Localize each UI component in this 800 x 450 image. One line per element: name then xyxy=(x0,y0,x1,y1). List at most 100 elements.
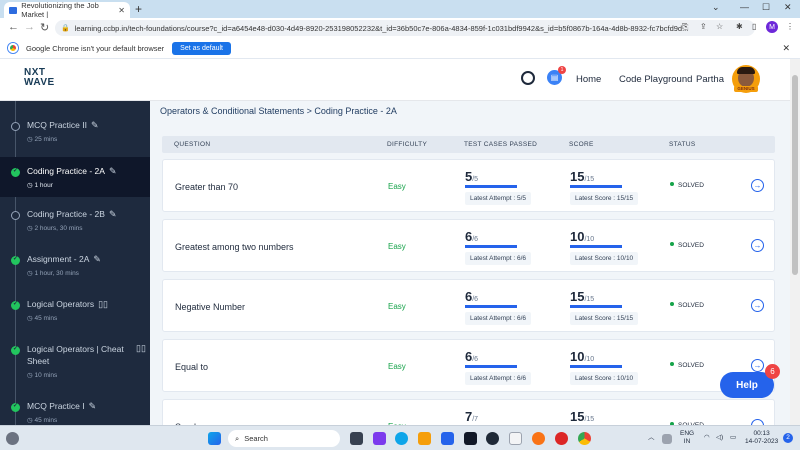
completed-icon xyxy=(11,402,20,412)
sidebar-item-label: MCQ Practice I xyxy=(27,401,85,411)
teams-icon[interactable] xyxy=(373,432,386,445)
col-difficulty: DIFFICULTY xyxy=(387,141,428,148)
search-placeholder: Search xyxy=(244,434,268,443)
search-icon: ⌕ xyxy=(235,433,240,443)
opera-icon[interactable] xyxy=(555,432,568,445)
dell-icon[interactable] xyxy=(486,432,499,445)
onedrive-icon[interactable] xyxy=(662,434,672,444)
minimize-icon[interactable]: — xyxy=(740,2,749,12)
progress-fill xyxy=(570,305,622,308)
sidebar-item-label: Logical Operators xyxy=(27,299,95,309)
score-progress-bar xyxy=(570,365,622,368)
sidebar-item-label: Coding Practice - 2B xyxy=(27,209,105,219)
nav-home[interactable]: Home xyxy=(576,74,601,85)
nav-code-playground[interactable]: Code Playground xyxy=(619,74,692,85)
nxtwave-logo[interactable]: NXT WAVE xyxy=(24,68,55,88)
set-default-button[interactable]: Set as default xyxy=(172,41,231,55)
sidebar-item-duration: 2 hours, 30 mins xyxy=(34,225,83,232)
chrome-menu-icon[interactable]: ⋮ xyxy=(786,22,794,31)
close-infobar-icon[interactable]: ✕ xyxy=(782,43,790,54)
passed-total: /6 xyxy=(472,236,479,243)
language-indicator[interactable]: ENG IN xyxy=(680,430,694,446)
sidebar-item-coding-practice-2a[interactable]: Coding Practice - 2A✎ ◷ 1 hour xyxy=(0,157,150,197)
arrow-right-icon[interactable]: → xyxy=(751,359,764,372)
battery-icon[interactable]: ▭ xyxy=(730,434,736,442)
close-window-icon[interactable]: ✕ xyxy=(784,2,792,13)
test-cases-metric: 6/6 Latest Attempt : 6/6 xyxy=(465,349,555,385)
document-icon[interactable] xyxy=(509,432,522,445)
sidebar-item-duration: 10 mins xyxy=(34,372,58,379)
page-scrollbar[interactable] xyxy=(790,59,800,425)
test-cases-metric: 6/6 Latest Attempt : 6/6 xyxy=(465,289,555,325)
table-row[interactable]: SundayEasy7/715/15SOLVED→ xyxy=(162,399,775,425)
scrollbar-thumb[interactable] xyxy=(792,75,798,275)
windows-start-icon[interactable] xyxy=(208,432,221,445)
table-row[interactable]: Negative Number Easy 6/6 Latest Attempt : 6… xyxy=(162,279,775,332)
tab-search-icon[interactable]: ⌄ xyxy=(712,2,720,13)
score-total: /15 xyxy=(584,416,595,423)
wifi-icon[interactable]: ◠ xyxy=(704,434,710,442)
share-icon[interactable]: ⇪ xyxy=(700,22,707,31)
maximize-icon[interactable]: ☐ xyxy=(762,2,770,13)
show-hidden-icons-icon[interactable]: ︿ xyxy=(648,434,655,442)
question-name[interactable]: Negative Number xyxy=(175,302,245,312)
vscode-icon[interactable] xyxy=(441,432,454,445)
table-row[interactable]: Greater than 70 Easy 5/5 Latest Attempt : 5… xyxy=(162,159,775,212)
passed-total: /6 xyxy=(472,296,479,303)
file-explorer-icon[interactable] xyxy=(418,432,431,445)
browser-tab[interactable]: Revolutionizing the Job Market | ✕ xyxy=(4,1,130,19)
user-name[interactable]: Partha xyxy=(696,74,724,85)
sidebar-item-duration: 1 hour, 30 mins xyxy=(34,270,79,277)
sidebar-item-assignment-2a[interactable]: Assignment - 2A✎ ◷ 1 hour, 30 mins xyxy=(0,253,150,277)
infobar-message: Google Chrome isn't your default browser xyxy=(26,43,165,53)
sidebar-item-label: MCQ Practice II xyxy=(27,120,87,130)
stopwatch-icon[interactable] xyxy=(521,71,535,85)
task-view-icon[interactable] xyxy=(350,432,363,445)
firefox-icon[interactable] xyxy=(532,432,545,445)
score-progress-bar xyxy=(570,245,622,248)
table-header: QUESTION DIFFICULTY TEST CASES PASSED SC… xyxy=(162,136,775,153)
chrome-logo-icon xyxy=(8,43,18,53)
arrow-right-icon[interactable]: → xyxy=(751,179,764,192)
forward-icon[interactable]: → xyxy=(24,21,35,33)
new-tab-button[interactable]: + xyxy=(135,2,142,16)
question-name[interactable]: Greatest among two numbers xyxy=(175,242,294,252)
edge-icon[interactable] xyxy=(395,432,408,445)
taskbar-search[interactable]: ⌕ Search xyxy=(228,430,340,447)
sidebar-item-logical-operators[interactable]: Logical Operators▯▯ ◷ 45 mins xyxy=(0,298,150,322)
extensions-icon[interactable]: ✱ xyxy=(736,22,743,31)
status-badge: SOLVED xyxy=(670,242,704,249)
progress-fill xyxy=(465,305,517,308)
profile-avatar[interactable]: M xyxy=(766,21,778,33)
table-row[interactable]: Equal to Easy 6/6 Latest Attempt : 6/6 10/10… xyxy=(162,339,775,392)
windows-taskbar: ⌕ Search ︿ ENG IN ◠ ◁) ▭ 00:13 14-07-202… xyxy=(0,425,800,450)
latest-score: Latest Score : 15/15 xyxy=(570,312,639,325)
arrow-right-icon[interactable]: → xyxy=(751,239,764,252)
chrome-taskbar-icon[interactable] xyxy=(578,432,591,445)
sidebar-item-mcq-practice-1[interactable]: MCQ Practice I✎ ◷ 45 mins xyxy=(0,400,150,424)
sidebar-item-duration: 45 mins xyxy=(34,417,58,424)
url-field[interactable]: 🔒 learning.ccbp.in/tech-foundations/cour… xyxy=(55,20,755,36)
question-name[interactable]: Greater than 70 xyxy=(175,182,238,192)
back-icon[interactable]: ← xyxy=(8,21,19,33)
sidebar-item-coding-practice-2b[interactable]: Coding Practice - 2B ✎ ◷ 2 hours, 30 mins xyxy=(0,208,150,232)
sidebar-item-mcq-practice-2[interactable]: MCQ Practice II ✎ ◷ 25 mins xyxy=(0,119,150,143)
reload-icon[interactable]: ↻ xyxy=(40,21,49,34)
close-tab-icon[interactable]: ✕ xyxy=(118,6,125,15)
bookmark-star-icon[interactable]: ☆ xyxy=(716,22,723,31)
clock[interactable]: 00:13 14-07-2023 xyxy=(745,430,778,446)
passed-total: /5 xyxy=(472,176,479,183)
notification-badge[interactable]: 2 xyxy=(783,433,793,443)
test-cases-progress-bar xyxy=(465,185,517,188)
sidepanel-icon[interactable]: ▯ xyxy=(752,22,756,31)
store-icon[interactable] xyxy=(464,432,477,445)
status-badge: SOLVED xyxy=(670,362,704,369)
weather-icon[interactable] xyxy=(6,432,19,445)
sidebar-item-duration: 25 mins xyxy=(34,136,58,143)
question-name[interactable]: Equal to xyxy=(175,362,208,372)
sidebar-item-logical-operators-cheat-sheet[interactable]: ▯▯ Logical Operators | Cheat Sheet ◷ 10 … xyxy=(0,343,150,379)
install-app-icon[interactable]: ⎘ xyxy=(682,22,688,32)
volume-icon[interactable]: ◁) xyxy=(716,434,723,442)
table-row[interactable]: Greatest among two numbers Easy 6/6 Latest … xyxy=(162,219,775,272)
arrow-right-icon[interactable]: → xyxy=(751,299,764,312)
